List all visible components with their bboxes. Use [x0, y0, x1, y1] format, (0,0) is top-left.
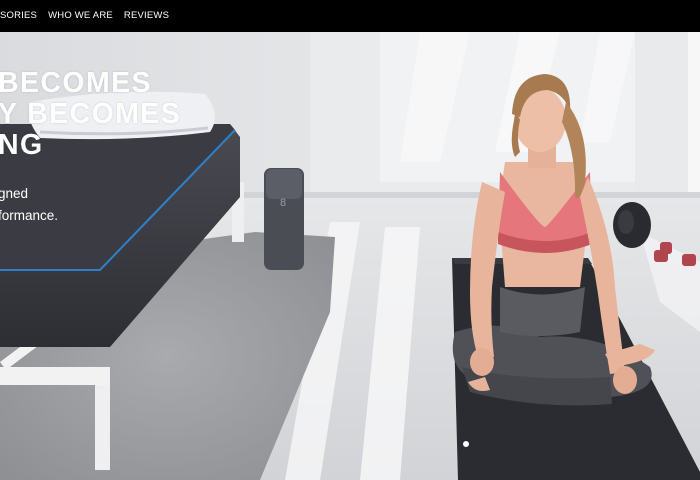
hero-headline-line-3: NG — [0, 129, 44, 161]
hero-headline-line-2: Y BECOMES — [0, 98, 182, 130]
hero-subtitle-line-1: gned — [0, 186, 29, 201]
hero-banner: 8 BECOMES Y BECOMES NG gned formance. — [0, 32, 700, 480]
hero-subtitle-line-2: formance. — [0, 208, 59, 223]
top-navigation-bar: SORIES WHO WE ARE REVIEWS — [0, 0, 700, 32]
nav-item-accessories[interactable]: SORIES — [0, 10, 37, 21]
hero-headline-line-1: BECOMES — [0, 67, 152, 99]
nav-item-who-we-are[interactable]: WHO WE ARE — [48, 10, 113, 21]
hero-subtitle: gned formance. — [0, 183, 181, 227]
device-badge: 8 — [280, 197, 286, 209]
main-nav: SORIES WHO WE ARE REVIEWS — [0, 10, 169, 21]
nav-item-reviews[interactable]: REVIEWS — [124, 10, 169, 21]
hero-copy: BECOMES Y BECOMES NG gned formance. — [0, 68, 181, 227]
